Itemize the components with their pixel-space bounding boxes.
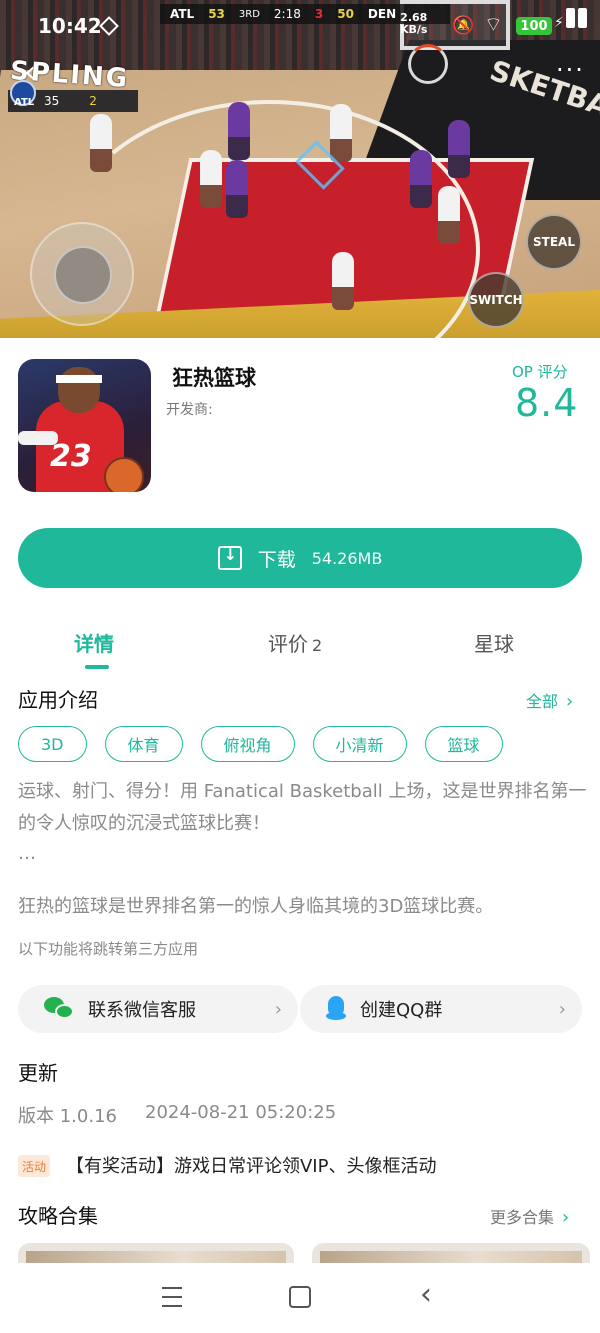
update-date: 2024-08-21 05:20:25 xyxy=(145,1102,337,1123)
activity-badge: 活动 xyxy=(18,1155,51,1177)
player xyxy=(90,114,112,172)
clock: 10:42 xyxy=(38,14,102,38)
chevron-right-icon: › xyxy=(566,691,574,712)
description-ellipsis: … xyxy=(18,843,38,864)
activity-link[interactable]: 【有奖活动】游戏日常评论领VIP、头像框活动 xyxy=(66,1152,436,1178)
download-button[interactable]: 下载 54.26MB xyxy=(18,528,582,588)
battery-icon: 100 xyxy=(516,17,552,35)
tab-indicator xyxy=(85,665,109,669)
team-abbr: ATL xyxy=(14,97,35,108)
player xyxy=(330,104,352,162)
guides-title: 攻略合集 xyxy=(18,1204,98,1228)
player xyxy=(410,150,432,208)
tab-details[interactable]: 详情 xyxy=(74,628,114,657)
recent-apps-icon[interactable] xyxy=(162,1287,182,1314)
intro-all-link[interactable]: 全部 › xyxy=(526,688,573,712)
status-bar: 10:42 2.68 KB/s 🔕 ⌔ 100 ⚡ xyxy=(0,0,600,52)
tag-basketball[interactable]: 篮球 xyxy=(424,726,503,762)
mute-icon: 🔕 xyxy=(452,15,475,36)
developer-label: 开发商: xyxy=(166,402,213,418)
more-icon[interactable]: ··· xyxy=(556,56,585,84)
tab-reviews[interactable]: 评价 2 xyxy=(268,628,322,657)
system-nav-bar: ‹ xyxy=(0,1263,600,1333)
score-label: OP 评分 xyxy=(512,363,568,381)
app-icon: 23 xyxy=(18,359,151,492)
player xyxy=(226,160,248,218)
virtual-joystick xyxy=(30,222,134,326)
download-icon xyxy=(217,545,242,570)
score-value: 8.4 xyxy=(515,381,579,425)
create-qq-group-button[interactable]: 创建QQ群 › xyxy=(300,985,582,1033)
app-name: 狂热篮球 xyxy=(172,366,256,390)
signal-icon xyxy=(566,8,590,33)
steal-button: STEAL xyxy=(526,214,582,270)
player xyxy=(438,186,460,244)
back-icon[interactable]: ‹ xyxy=(24,58,36,88)
tag-top-down[interactable]: 俯视角 xyxy=(200,726,295,762)
tag-sports[interactable]: 体育 xyxy=(104,726,183,762)
player xyxy=(448,120,470,178)
wechat-service-button[interactable]: 联系微信客服 › xyxy=(18,985,298,1033)
chevron-right-icon: › xyxy=(558,998,566,1020)
tab-planet[interactable]: 星球 xyxy=(474,628,514,657)
description-secondary: 狂热的篮球是世界排名第一的惊人身临其境的3D篮球比赛。 xyxy=(18,896,494,917)
chevron-right-icon: › xyxy=(562,1207,570,1228)
third-party-note: 以下功能将跳转第三方应用 xyxy=(18,940,199,958)
qq-icon xyxy=(326,996,346,1022)
description: 运球、射门、得分！用 Fanatical Basketball 上场，这是世界排… xyxy=(18,781,587,834)
wechat-icon xyxy=(44,997,74,1021)
tag-list: 3D 体育 俯视角 小清新 篮球 xyxy=(18,726,503,762)
player xyxy=(332,252,354,310)
home-icon[interactable] xyxy=(289,1286,311,1308)
version-text: 版本 1.0.16 xyxy=(18,1106,117,1127)
update-title: 更新 xyxy=(18,1061,58,1085)
wifi-icon: ⌔ xyxy=(484,12,503,36)
tag-fresh[interactable]: 小清新 xyxy=(312,726,407,762)
chevron-right-icon: › xyxy=(274,998,282,1020)
nfc-icon xyxy=(99,16,119,36)
intro-title: 应用介绍 xyxy=(18,688,98,712)
switch-button: SWITCH xyxy=(468,272,524,328)
tag-3d[interactable]: 3D xyxy=(18,726,87,762)
tab-bar: 详情 评价 2 星球 xyxy=(0,620,600,676)
guides-more-link[interactable]: 更多合集 › xyxy=(490,1204,569,1228)
download-label: 下载 xyxy=(257,548,296,571)
download-size: 54.26MB xyxy=(311,548,383,568)
player xyxy=(228,102,250,160)
network-speed: 2.68 KB/s xyxy=(400,11,428,36)
charging-icon: ⚡ xyxy=(554,15,564,31)
player xyxy=(200,150,222,208)
back-nav-icon[interactable]: ‹ xyxy=(420,1277,432,1312)
